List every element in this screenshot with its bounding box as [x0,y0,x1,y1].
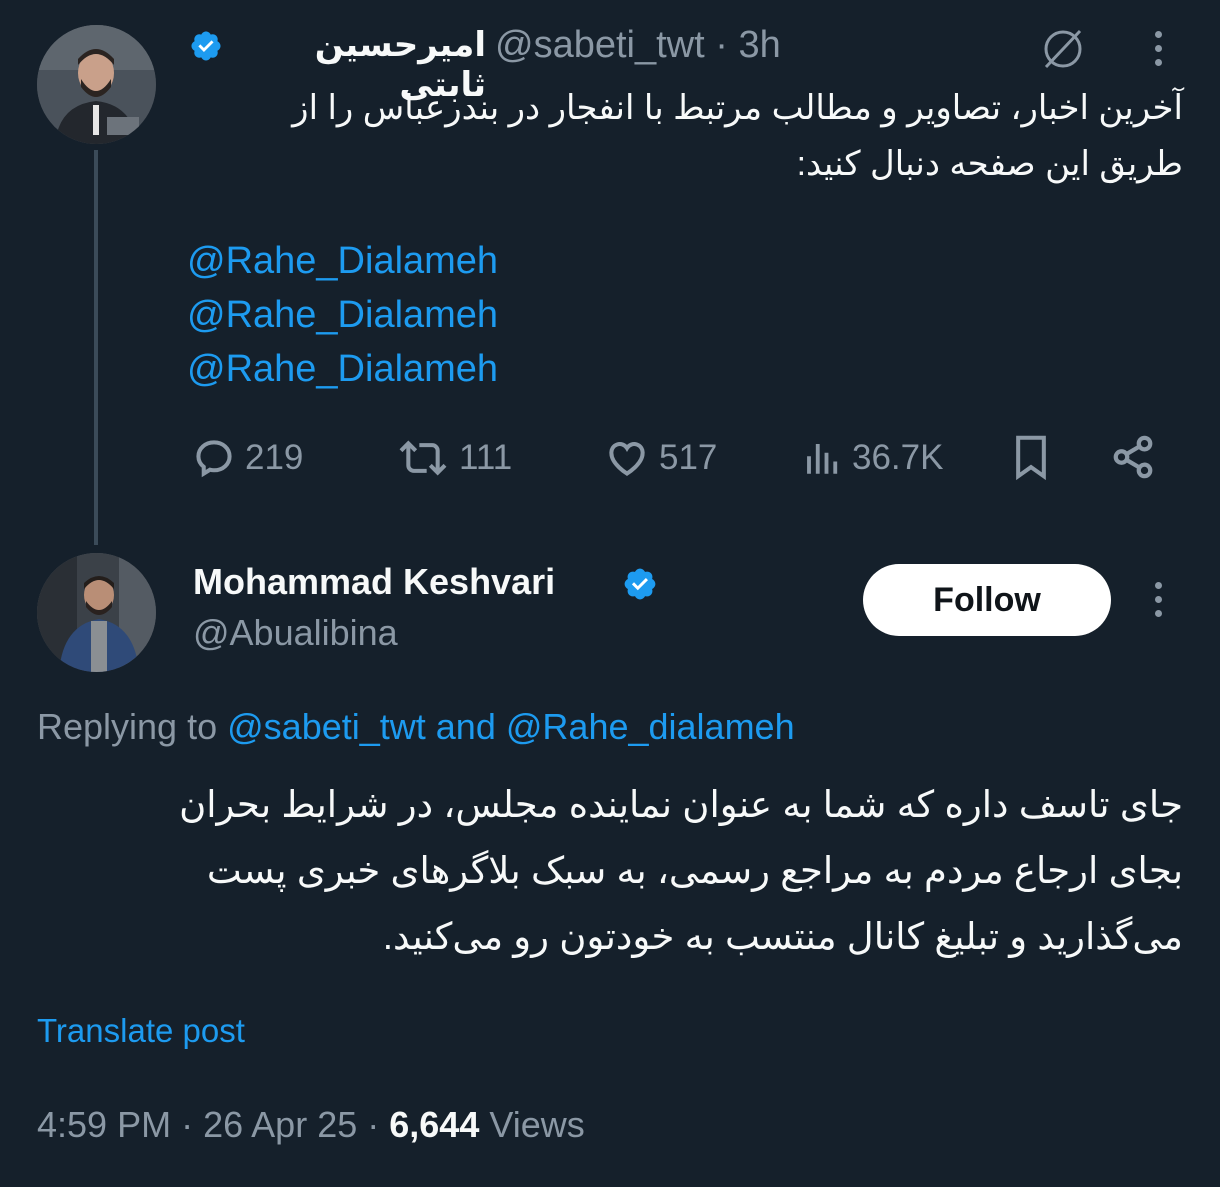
post-date[interactable]: 26 Apr 25 [203,1104,357,1145]
like-button[interactable]: 517 [603,436,717,480]
views-button[interactable]: 36.7K [802,436,943,480]
grok-icon[interactable] [1040,25,1086,76]
author-handle[interactable]: @Abualibina [193,612,398,654]
avatar-photo [37,25,156,144]
tweet-text-line: آخرین اخبار، تصاویر و مطالب مرتبط با انف… [292,89,1183,127]
meta-separator: · [715,24,728,66]
tweet-time[interactable]: 3h [738,24,780,66]
replying-user-link[interactable]: @sabeti_twt [227,706,426,747]
like-count: 517 [659,438,718,477]
follow-button[interactable]: Follow [863,564,1111,636]
avatar[interactable] [37,25,156,144]
views-label: Views [489,1104,585,1145]
author-handle[interactable]: @sabeti_twt [495,24,705,66]
meta-separator: · [367,1104,380,1145]
mention-link[interactable]: @Rahe_Dialameh [187,348,498,391]
reply-text-line: بجای ارجاع مردم به مراجع رسمی، به سبک بل… [206,850,1183,891]
views-count: 36.7K [852,438,944,477]
reply-button[interactable]: 219 [191,436,303,480]
tweet-meta: @sabeti_twt · 3h [495,24,781,67]
more-icon[interactable] [1155,31,1162,66]
tweet-text-line: طریق این صفحه دنبال کنید: [796,145,1183,183]
verified-badge-icon [622,566,658,602]
reply-text-line: می‌گذارید و تبلیغ کانال منتسب به خودتون … [382,916,1183,957]
replying-prefix: Replying to [37,706,218,747]
bookmark-icon[interactable] [1009,432,1053,487]
heart-icon [609,442,645,476]
tweet-text: آخرین اخبار، تصاویر و مطالب مرتبط با انف… [180,80,1183,192]
post-time[interactable]: 4:59 PM [37,1104,171,1145]
reply-count: 219 [245,438,304,477]
reply-text-line: جای تاسف داره که شما به عنوان نماینده مج… [179,784,1183,825]
repost-count: 111 [459,438,513,477]
verified-badge-icon [189,29,223,63]
replying-user-link[interactable]: @Rahe_dialameh [506,706,795,747]
reply-icon [196,440,232,478]
thread-line [94,150,98,545]
avatar[interactable] [37,553,156,672]
repost-icon [399,440,447,476]
author-name[interactable]: Mohammad Keshvari [193,561,555,603]
views-icon [807,444,838,474]
meta-separator: · [181,1104,194,1145]
more-icon[interactable] [1155,582,1162,617]
replying-to: Replying to @sabeti_twt and @Rahe_dialam… [37,706,795,748]
replying-and: and [435,706,496,747]
reply-text: جای تاسف داره که شما به عنوان نماینده مج… [37,772,1183,970]
avatar-photo [37,553,156,672]
mention-link[interactable]: @Rahe_Dialameh [187,240,498,283]
mention-link[interactable]: @Rahe_Dialameh [187,294,498,337]
repost-button[interactable]: 111 [395,436,512,480]
views-count: 6,644 [389,1104,480,1145]
share-icon[interactable] [1110,434,1156,485]
post-meta: 4:59 PM · 26 Apr 25 · 6,644 Views [37,1104,585,1146]
translate-post-link[interactable]: Translate post [37,1012,245,1050]
